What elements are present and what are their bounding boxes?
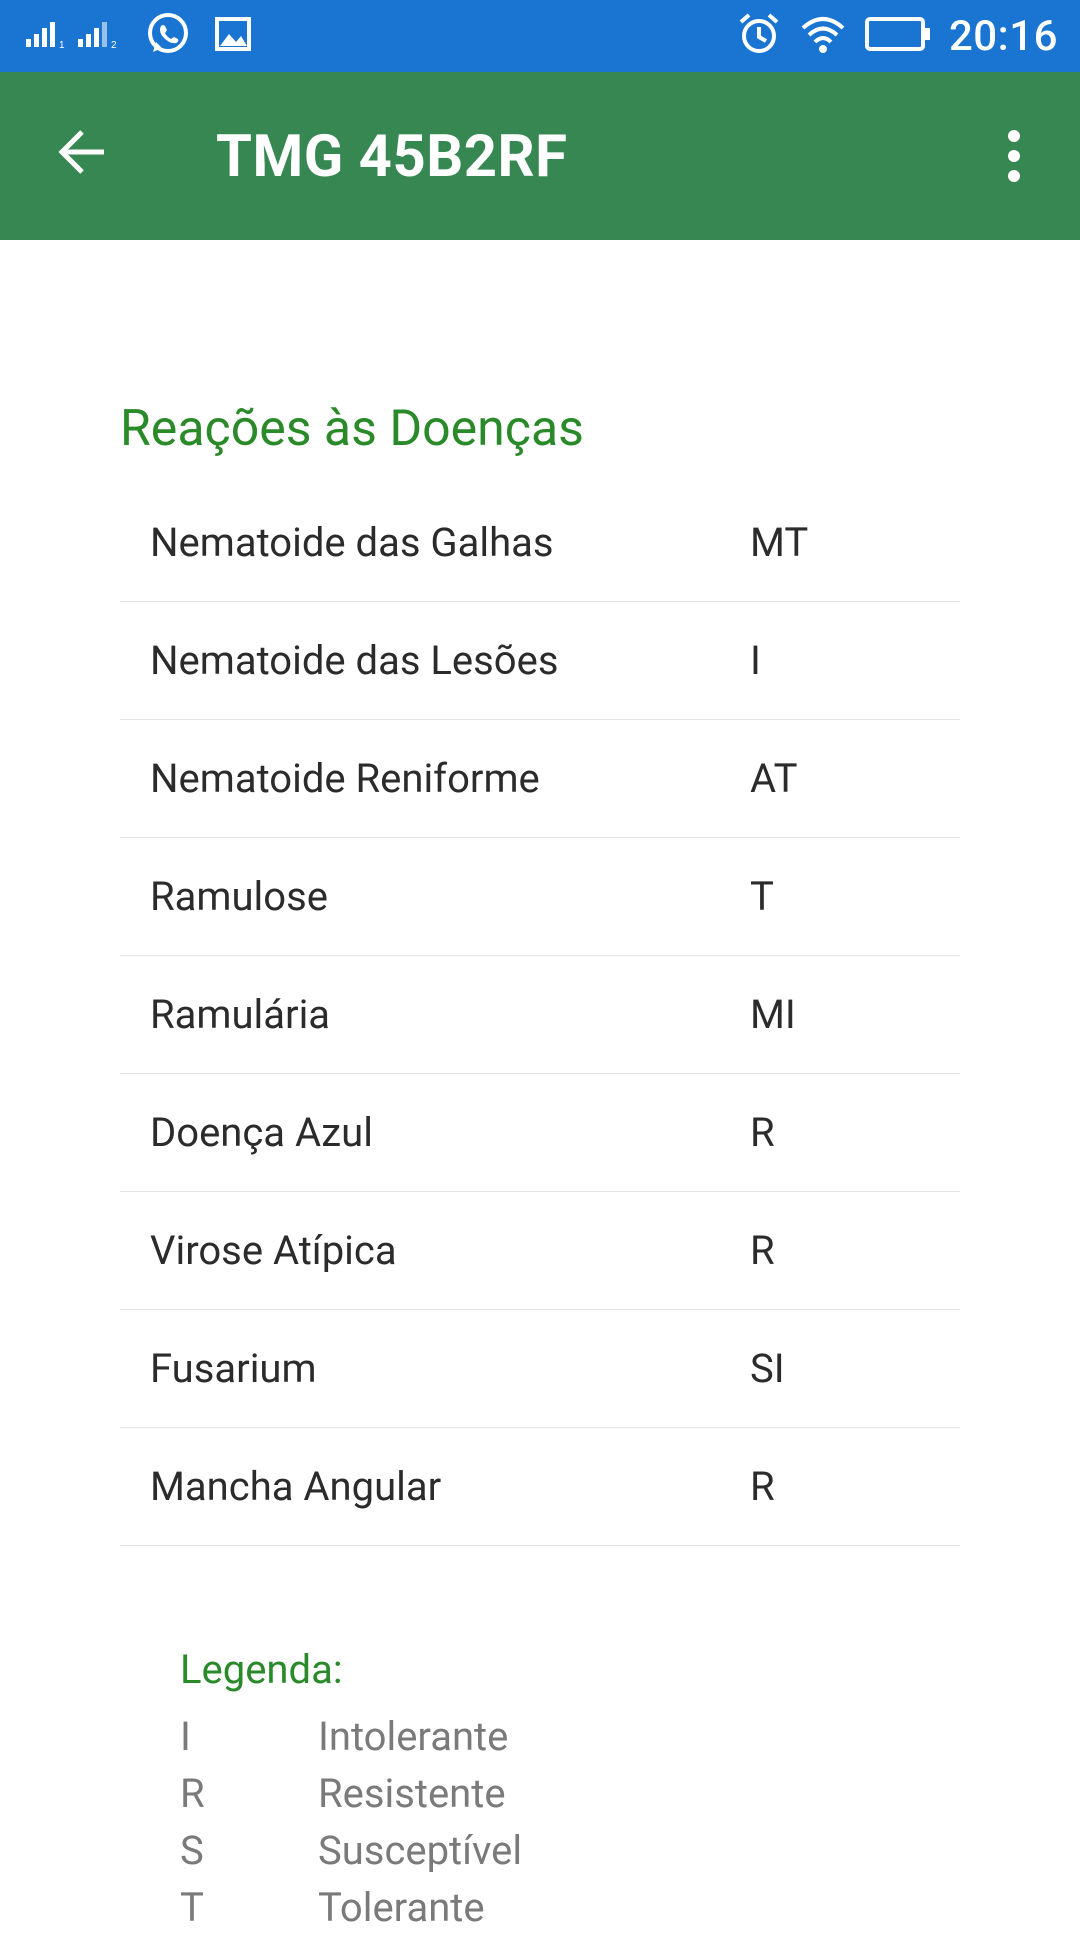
svg-text:1: 1 [59,40,65,49]
legend-label: Resistente [318,1770,506,1817]
legend-label: Tolerante [318,1884,485,1931]
legend-code: R [180,1770,205,1817]
reaction-value: I [750,637,761,684]
disease-name: Ramulose [150,873,328,920]
page-title: TMG 45B2RF [216,123,568,191]
table-row: Mancha Angular R [120,1428,960,1546]
legend-label: Susceptível [318,1827,523,1874]
table-row: Nematoide das Galhas MT [120,484,960,602]
legend-item: S Susceptível [180,1822,522,1879]
whatsapp-icon [144,10,192,62]
reaction-value: MT [750,519,809,566]
legend-code: S [180,1827,204,1874]
reaction-value: SI [750,1345,785,1392]
overflow-menu-button[interactable] [988,128,1040,188]
disease-name: Nematoide Reniforme [150,755,540,802]
reaction-value: T [750,873,774,920]
reaction-value: R [750,1227,775,1274]
table-row: Doença Azul R [120,1074,960,1192]
reaction-value: R [750,1109,775,1156]
table-row: Virose Atípica R [120,1192,960,1310]
legend-title: Legenda: [180,1646,343,1693]
status-bar: 1 2 20:16 [0,0,1080,72]
signal-sim1-icon: 1 [26,19,70,53]
disease-name: Mancha Angular [150,1463,442,1510]
reaction-value: R [750,1463,775,1510]
section-title: Reações às Doenças [120,400,584,458]
legend-item: T Tolerante [180,1879,522,1936]
disease-name: Nematoide das Galhas [150,519,554,566]
battery-icon [864,16,931,56]
legend-item: I Intolerante [180,1708,522,1765]
signal-sim2-icon: 2 [78,19,122,53]
table-row: Ramulose T [120,838,960,956]
disease-reactions-table: Nematoide das Galhas MT Nematoide das Le… [120,484,960,1546]
more-vert-icon [1006,130,1022,186]
legend: Legenda: I Intolerante R Resistente S Su… [180,1640,522,1936]
disease-name: Fusarium [150,1345,317,1392]
legend-code: T [180,1884,204,1931]
image-icon [214,16,252,56]
disease-name: Ramulária [150,991,331,1038]
table-row: Nematoide das Lesões I [120,602,960,720]
status-time: 20:16 [948,11,1058,61]
disease-name: Doença Azul [150,1109,373,1156]
reaction-value: MI [750,991,796,1038]
legend-label: Intolerante [318,1713,509,1760]
reaction-value: AT [750,755,798,802]
disease-name: Nematoide das Lesões [150,637,559,684]
svg-text:2: 2 [111,40,117,49]
wifi-icon [799,14,847,58]
table-row: Ramulária MI [120,956,960,1074]
table-row: Fusarium SI [120,1310,960,1428]
back-button[interactable] [50,122,114,186]
arrow-back-icon [56,126,108,182]
legend-item: R Resistente [180,1765,522,1822]
legend-code: I [180,1713,191,1760]
table-row: Nematoide Reniforme AT [120,720,960,838]
alarm-icon [737,12,781,60]
disease-name: Virose Atípica [150,1227,397,1274]
app-bar: TMG 45B2RF [0,72,1080,240]
